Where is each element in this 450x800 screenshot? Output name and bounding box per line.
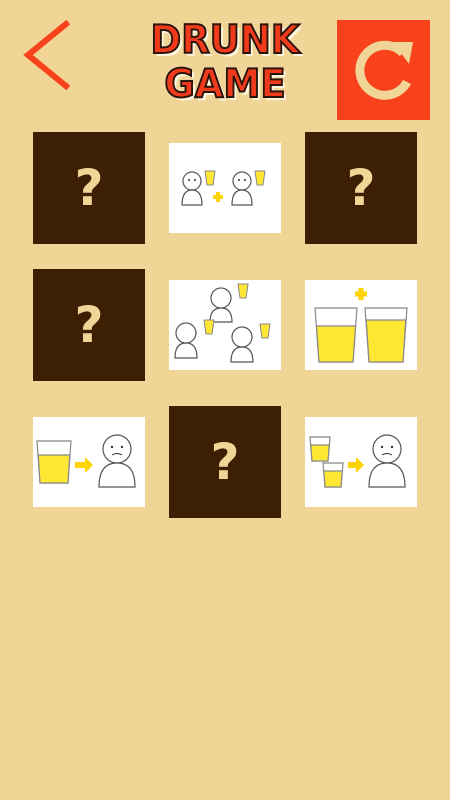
restart-button[interactable] [337,20,430,120]
logo-title-line2: GAME [163,61,286,108]
card-hidden[interactable]: ? [33,269,145,381]
two-glasses-plus-icon [314,288,408,363]
game-logo: DRUNK GAME [140,17,310,113]
question-mark-icon: ? [74,159,104,217]
card-three-people-with-drinks[interactable] [169,269,281,381]
card-glass-to-person[interactable] [33,406,145,518]
card-hidden[interactable]: ? [33,132,145,244]
card-two-people-with-drinks[interactable] [169,132,281,244]
question-mark-icon: ? [74,296,104,354]
restart-icon [355,40,413,100]
question-mark-icon: ? [210,433,240,491]
card-two-glasses-plus[interactable] [305,269,417,381]
card-two-glasses-to-person[interactable] [305,406,417,518]
three-people-with-drinks-icon [174,283,271,363]
card-hidden[interactable]: ? [305,132,417,244]
logo-title-line1: DRUNK [150,17,301,64]
card-hidden[interactable]: ? [169,406,281,518]
chevron-left-icon [23,19,71,91]
back-button[interactable] [18,19,74,91]
two-glasses-to-person-icon [309,434,406,488]
question-mark-icon: ? [346,159,376,217]
two-people-with-drinks-icon [181,170,266,206]
glass-to-person-icon [36,434,136,488]
